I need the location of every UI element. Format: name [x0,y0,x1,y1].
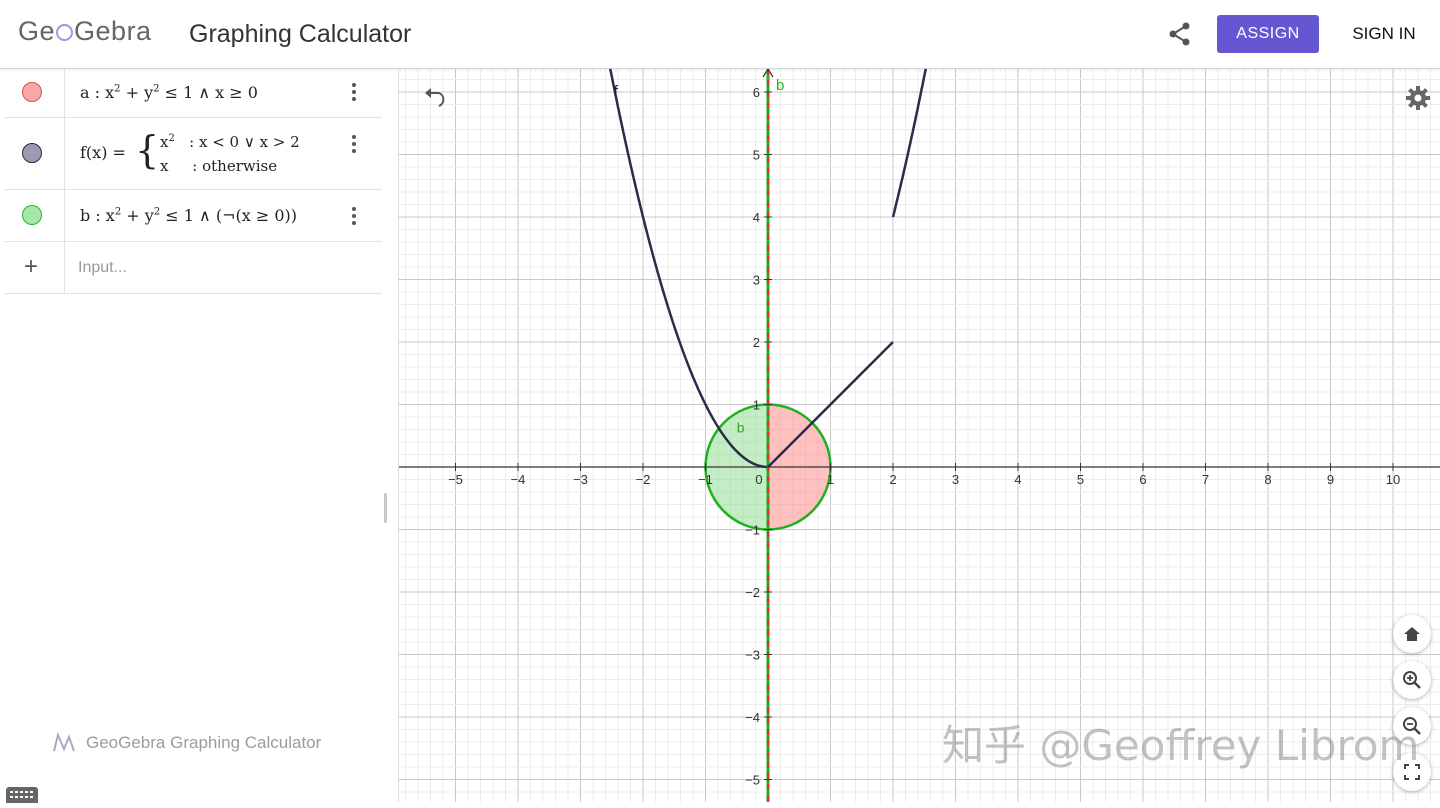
undo-icon [425,88,445,107]
x-tick-label: 1 [827,472,834,487]
keyboard-icon [10,791,33,798]
undo-button[interactable] [423,87,449,112]
y-tick-label: −4 [745,710,760,725]
x-tick-label: 8 [1264,472,1271,487]
visibility-toggle-a[interactable] [22,82,42,102]
share-icon [1169,22,1190,46]
expression-f-case1: x2 : x < 0 ∨ x > 2 [160,133,300,151]
algebra-row-a[interactable]: a : x2 + y2 ≤ 1 ∧ x ≥ 0 [4,69,382,118]
panel-resize-handle[interactable] [384,493,387,523]
x-tick-label: −2 [636,472,651,487]
x-tick-label: −5 [448,472,463,487]
graph-canvas[interactable]: −5 −4 −3 −2 −1 0 1 2 3 4 5 6 7 8 9 10654321−1−2−3−4−5f b… [399,69,1440,802]
zoom-in-button[interactable] [1393,661,1431,699]
x-tick-label: 0 [755,472,762,487]
x-tick-label: 5 [1077,472,1084,487]
y-tick-label: −1 [745,523,760,538]
x-tick-label: −3 [573,472,588,487]
marker-column: + [4,242,65,293]
x-tick-label: −4 [511,472,526,487]
zoom-in-icon [1403,671,1421,689]
expression-f-label: f(x) = [80,143,126,162]
x-tick-label: −1 [698,472,713,487]
y-tick-label: 3 [753,273,760,288]
row-menu-b-icon[interactable] [348,207,360,227]
home-icon [1404,627,1420,641]
x-tick-label: 9 [1327,472,1334,487]
function-f-right [891,69,927,218]
marker-column [4,118,65,189]
marker-column [4,69,65,117]
x-tick-label: 3 [952,472,959,487]
y-tick-label: −2 [745,585,760,600]
assign-button[interactable]: ASSIGN [1217,15,1319,53]
row-menu-f-icon[interactable] [348,135,360,155]
gear-icon [1406,86,1430,110]
y-tick-label: 1 [753,398,760,413]
row-menu-a-icon[interactable] [348,83,360,103]
sign-in-button[interactable]: SIGN IN [1340,15,1428,53]
x-tick-label: 6 [1139,472,1146,487]
expression-f-case2: x : otherwise [160,157,278,175]
watermark: 知乎 @Geoffrey Librom [942,721,1420,770]
app-title: Graphing Calculator [189,20,412,48]
algebra-input-row[interactable]: + [4,242,382,294]
y-tick-label: 6 [753,85,760,100]
geogebra-logo[interactable]: Ge Gebra [18,16,152,47]
piecewise-brace: { [135,128,160,172]
label-b-line: b [776,77,784,94]
marker-column [4,190,65,241]
footer-brand: GeoGebra Graphing Calculator [52,731,321,755]
x-tick-label: 4 [1014,472,1021,487]
y-tick-label: 2 [753,335,760,350]
share-button[interactable] [1166,20,1194,48]
plus-icon[interactable]: + [24,255,38,279]
x-tick-label: 10 [1386,472,1400,487]
algebra-row-f[interactable]: f(x) = { x2 : x < 0 ∨ x > 2 x : otherwis… [4,118,382,190]
y-tick-label: −3 [745,648,760,663]
keyboard-toggle[interactable] [6,787,38,803]
y-tick-label: 5 [753,148,760,163]
expression-a: a : x2 + y2 ≤ 1 ∧ x ≥ 0 [80,83,258,102]
x-tick-label: 2 [889,472,896,487]
home-button[interactable] [1393,615,1431,653]
algebra-input[interactable] [76,255,370,281]
graphics-settings-button[interactable] [1405,85,1431,116]
label-b-region: b [737,420,745,436]
y-tick-label: 4 [753,210,760,225]
visibility-toggle-f[interactable] [22,143,42,163]
geogebra-graph-icon [53,731,75,752]
expression-b: b : x2 + y2 ≤ 1 ∧ (¬(x ≥ 0)) [80,206,297,225]
header: Ge Gebra Graphing Calculator ASSIGN SIGN … [0,0,1440,69]
visibility-toggle-b[interactable] [22,205,42,225]
algebra-row-b[interactable]: b : x2 + y2 ≤ 1 ∧ (¬(x ≥ 0)) [4,190,382,242]
footer-brand-label: GeoGebra Graphing Calculator [86,733,322,752]
algebra-panel: a : x2 + y2 ≤ 1 ∧ x ≥ 0 f(x) = { x2 : x … [0,69,399,803]
y-tick-label: −5 [745,773,760,788]
graphics-view[interactable]: −5 −4 −3 −2 −1 0 1 2 3 4 5 6 7 8 9 10 6 5 4 3 2 1 −1 −2 −3 −4 −5 f b… [399,69,1440,802]
x-tick-label: 7 [1202,472,1209,487]
